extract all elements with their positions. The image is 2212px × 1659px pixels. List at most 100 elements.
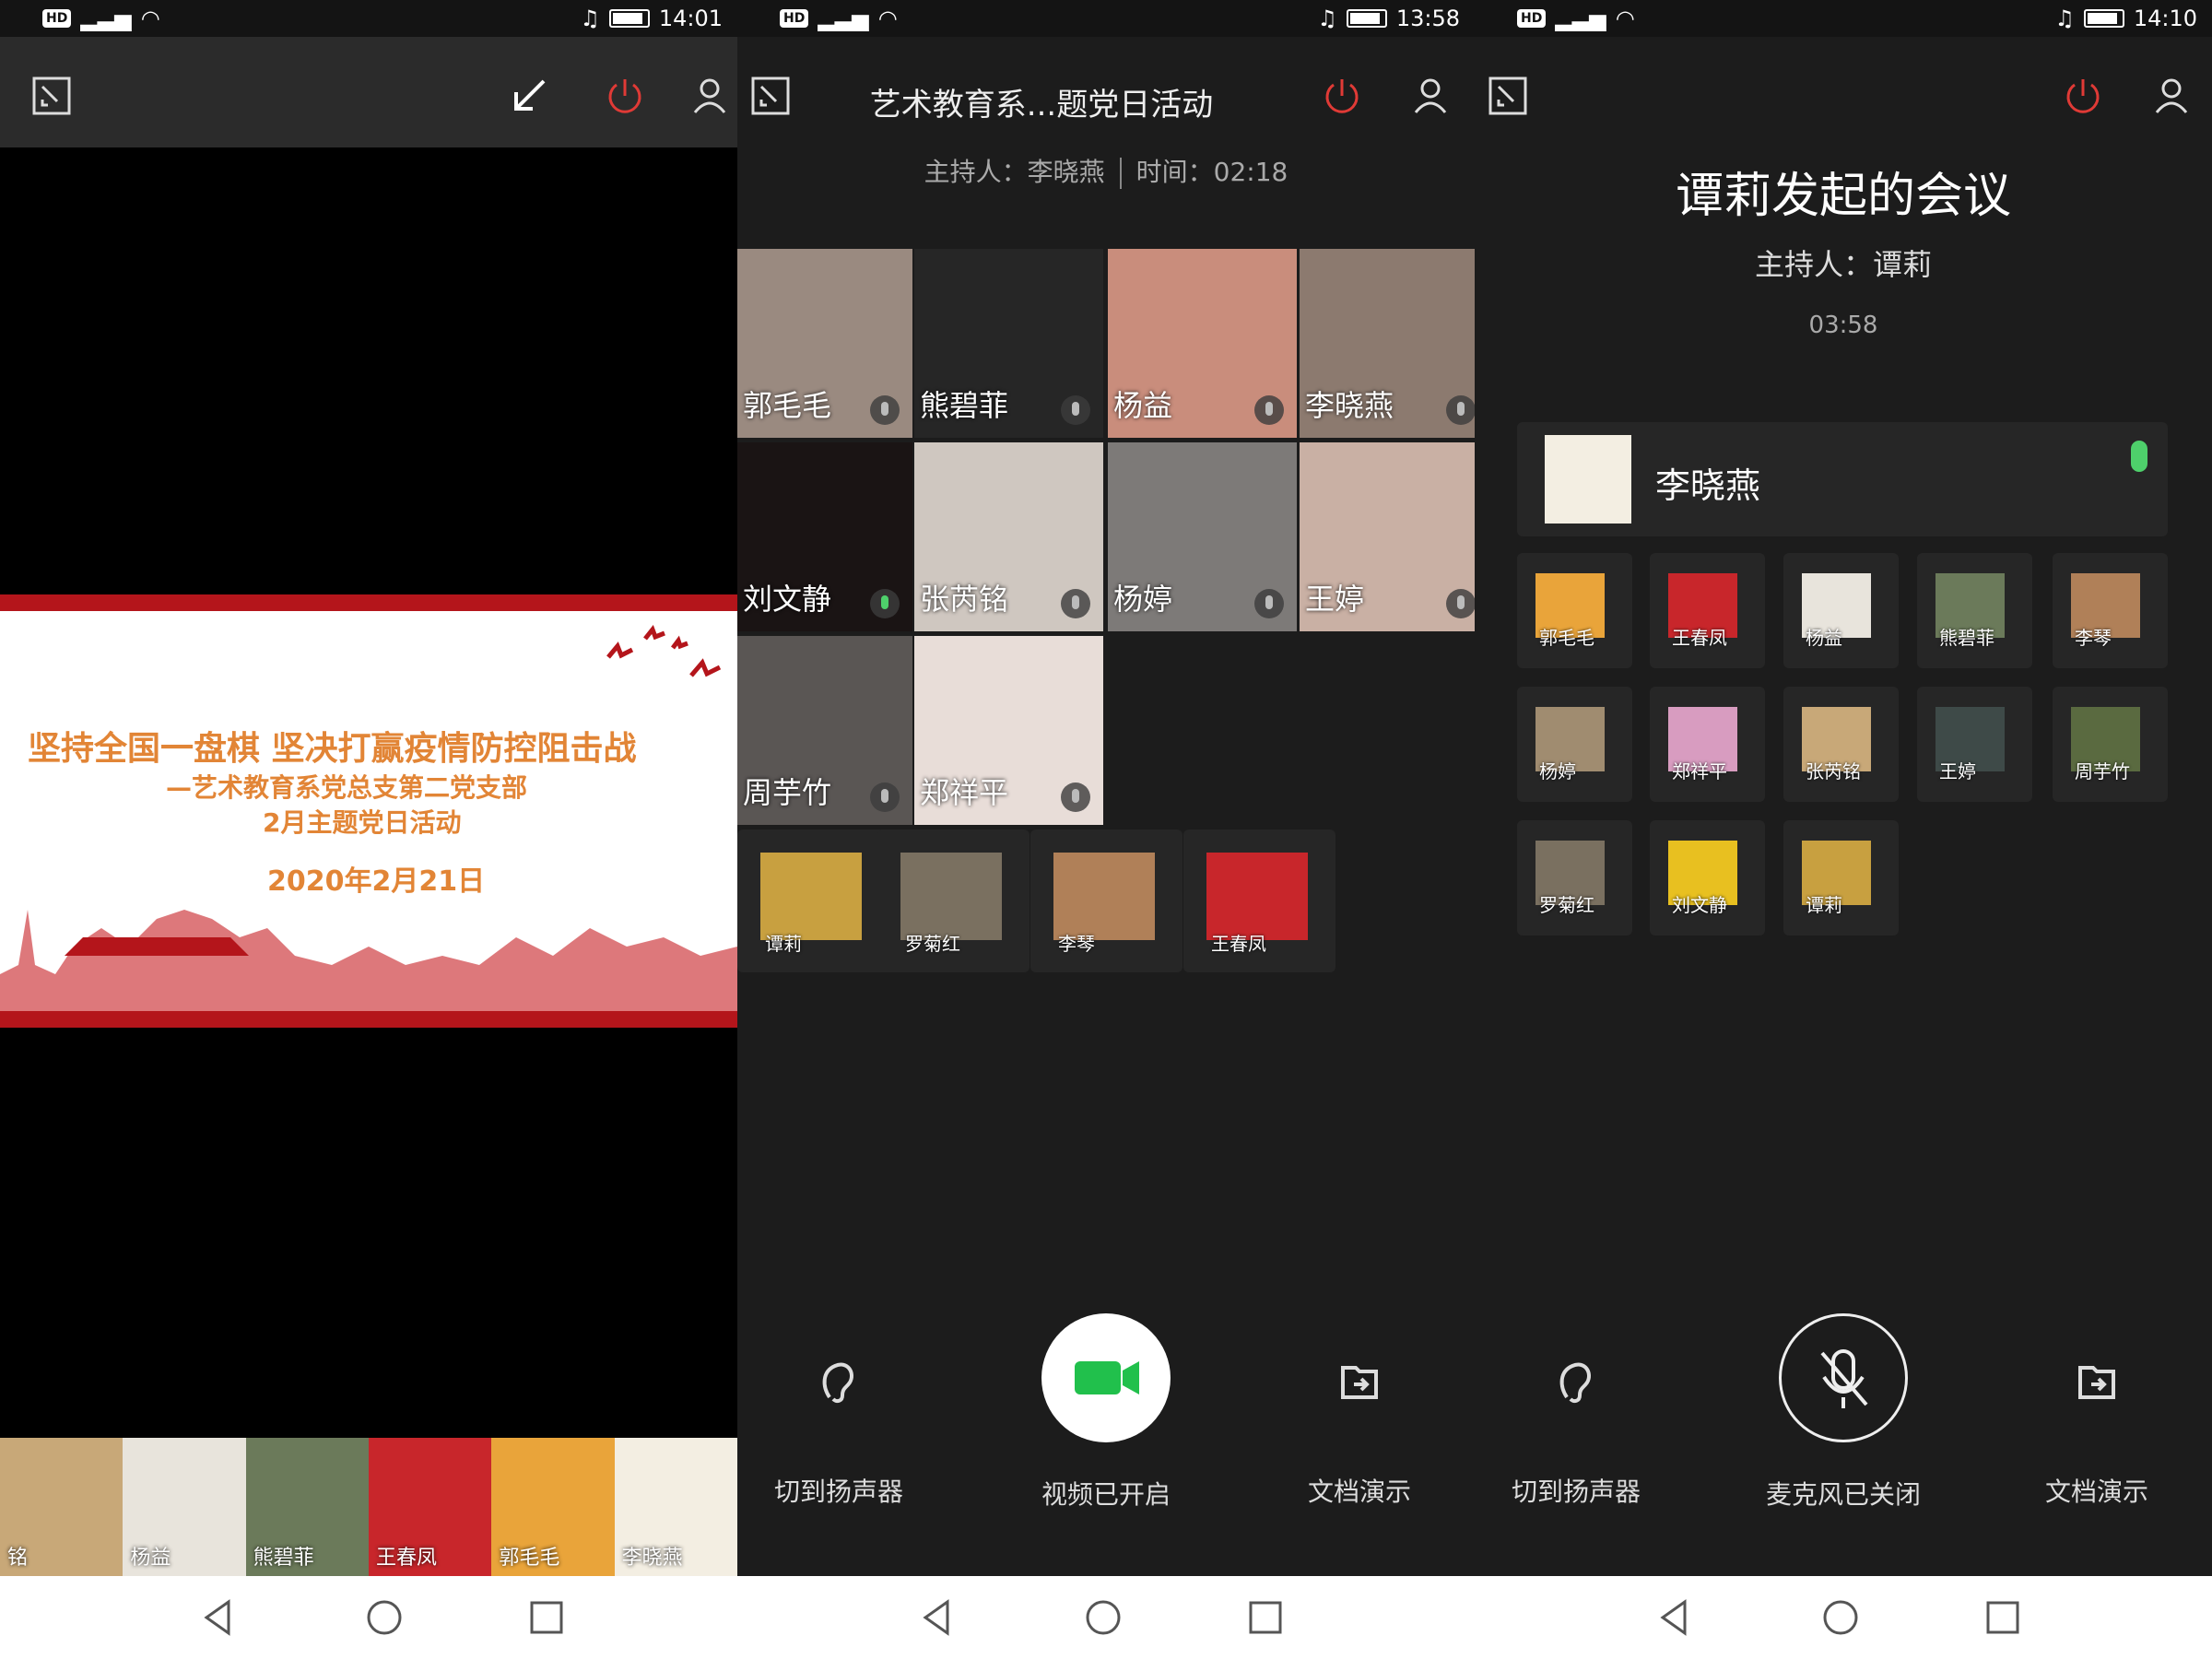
minimize-window-icon[interactable] — [31, 76, 72, 116]
film-tile[interactable]: 王春凤 — [368, 1438, 501, 1576]
switch-speaker-button[interactable]: 切到扬声器 — [737, 1346, 940, 1509]
signal-icon: ▂▃▅ — [80, 6, 132, 31]
ear-icon — [822, 1362, 853, 1404]
participant-thumb[interactable]: 张芮铭 — [1783, 687, 1899, 802]
hd-icon: HD — [1517, 9, 1547, 28]
meeting-info: 主持人：李晓燕 时间：02:18 — [737, 152, 1475, 189]
participant-thumb[interactable]: 杨婷 — [1517, 687, 1632, 802]
active-speaker-card[interactable]: 李晓燕 — [1517, 422, 2168, 536]
panel-video-grid: HD ▂▃▅ ◠ ♫ 13:58 艺术教育系...题党日活动 主持人：李晓燕 时间：02… — [737, 0, 1475, 1576]
battery-icon — [2083, 9, 2124, 28]
headset-icon: ♫ — [580, 6, 600, 31]
folder-share-icon — [2078, 1366, 2115, 1399]
ear-icon — [1559, 1362, 1591, 1404]
avatar — [900, 853, 1002, 940]
audio-participant[interactable]: 王春凤 — [1183, 830, 1335, 972]
video-toggle-button[interactable]: 视频已开启 — [1005, 1313, 1207, 1512]
end-meeting-power-icon[interactable] — [1322, 76, 1362, 116]
participant-thumb[interactable]: 郑祥平 — [1650, 687, 1765, 802]
participant-thumb[interactable]: 刘文静 — [1650, 820, 1765, 935]
participant-thumb[interactable]: 熊碧菲 — [1917, 553, 2032, 668]
back-icon[interactable] — [1652, 1594, 1698, 1641]
status-time: 13:58 — [1395, 6, 1460, 31]
film-tile[interactable]: 郭毛毛 — [491, 1438, 624, 1576]
end-meeting-power-icon[interactable] — [2063, 76, 2103, 116]
participant-thumb[interactable]: 杨益 — [1783, 553, 1899, 668]
headset-icon: ♫ — [2054, 6, 2075, 31]
mic-active-icon — [2131, 441, 2147, 472]
film-tile[interactable]: 熊碧菲 — [245, 1438, 378, 1576]
video-camera-icon — [1041, 1313, 1171, 1442]
film-tile[interactable]: 杨益 — [123, 1438, 255, 1576]
avatar — [1206, 853, 1308, 940]
film-tile[interactable]: 李晓燕 — [614, 1438, 737, 1576]
participant-thumb[interactable]: 郭毛毛 — [1517, 553, 1632, 668]
video-tile[interactable]: 刘文静 — [737, 442, 912, 631]
video-tile[interactable]: 郭毛毛 — [737, 249, 912, 438]
participant-thumb[interactable]: 王婷 — [1917, 687, 2032, 802]
home-icon[interactable] — [361, 1594, 407, 1641]
slide-title: 坚持全国一盘棋 坚决打赢疫情防控阻击战 — [28, 730, 637, 768]
recents-icon[interactable] — [1980, 1594, 2026, 1641]
video-tile[interactable]: 王婷 — [1300, 442, 1475, 631]
back-icon[interactable] — [914, 1594, 960, 1641]
video-tile[interactable]: 李晓燕 — [1300, 249, 1475, 438]
participant-thumb[interactable]: 李琴 — [2053, 553, 2168, 668]
participants-icon[interactable] — [693, 76, 734, 116]
birds-decoration — [606, 625, 722, 677]
back-icon[interactable] — [195, 1594, 241, 1641]
slide-subtitle-2: 2月主题党日活动 — [263, 807, 462, 838]
participant-thumb[interactable]: 王春凤 — [1650, 553, 1765, 668]
mic-icon — [1254, 395, 1284, 425]
home-icon[interactable] — [1080, 1594, 1126, 1641]
status-time: 14:01 — [658, 6, 723, 31]
video-tile[interactable]: 郑祥平 — [914, 636, 1103, 825]
status-bar: HD ▂▃▅ ◠ ♫ 13:58 — [737, 0, 1475, 37]
end-meeting-power-icon[interactable] — [605, 76, 645, 116]
home-icon[interactable] — [1818, 1594, 1864, 1641]
mic-icon — [870, 395, 900, 425]
signal-icon: ▂▃▅ — [1555, 6, 1606, 31]
meeting-title: 谭莉发起的会议 — [1675, 169, 2011, 224]
slide-subtitle: —艺术教育系党总支第二党支部 — [166, 772, 528, 803]
switch-speaker-button[interactable]: 切到扬声器 — [1475, 1346, 1677, 1509]
video-tile[interactable]: 张芮铭 — [914, 442, 1103, 631]
document-present-button[interactable]: 文档演示 — [1995, 1346, 2198, 1509]
top-toolbar: 艺术教育系...题党日活动 — [737, 37, 1475, 147]
hd-icon: HD — [42, 9, 72, 28]
mic-toggle-button[interactable]: 麦克风已关闭 — [1742, 1313, 1945, 1512]
participants-icon[interactable] — [2155, 76, 2195, 116]
participant-thumb[interactable]: 谭莉 — [1783, 820, 1899, 935]
elapsed-time: 03:58 — [1808, 312, 1878, 339]
video-tile[interactable]: 杨益 — [1108, 249, 1297, 438]
video-tile[interactable]: 周芋竹 — [737, 636, 912, 825]
android-navigation-bar — [0, 1576, 2212, 1659]
participant-thumb[interactable]: 周芋竹 — [2053, 687, 2168, 802]
participants-icon[interactable] — [1414, 76, 1454, 116]
video-tile[interactable]: 杨婷 — [1108, 442, 1297, 631]
shared-slide: 坚持全国一盘棋 坚决打赢疫情防控阻击战 —艺术教育系党总支第二党支部 2月主题党… — [0, 594, 737, 1028]
recents-icon[interactable] — [524, 1594, 570, 1641]
status-time: 14:10 — [2133, 6, 2197, 31]
mic-icon — [870, 589, 900, 618]
great-wall-illustration — [0, 910, 737, 1011]
video-tile[interactable]: 熊碧菲 — [914, 249, 1103, 438]
signal-icon: ▂▃▅ — [818, 6, 869, 31]
wifi-icon: ◠ — [140, 6, 160, 31]
recents-icon[interactable] — [1242, 1594, 1288, 1641]
screenshot-collage: HD ▂▃▅ ◠ ♫ 14:01 坚持全国一盘棋 坚决打赢疫情防控阻击战 —艺术教育系… — [0, 0, 2212, 1659]
mic-off-icon — [1779, 1313, 1908, 1442]
top-toolbar — [1475, 37, 2212, 147]
status-bar: HD ▂▃▅ ◠ ♫ 14:10 — [1475, 0, 2212, 37]
document-present-button[interactable]: 文档演示 — [1258, 1346, 1461, 1509]
film-tile[interactable]: 铭 — [0, 1438, 133, 1576]
audio-participant[interactable]: 李琴 — [1030, 830, 1182, 972]
minimize-window-icon[interactable] — [1488, 76, 1528, 116]
audio-participant[interactable]: 罗菊红 — [877, 830, 1030, 972]
audio-participant[interactable]: 谭莉 — [737, 830, 889, 972]
mic-icon — [1061, 782, 1090, 812]
wifi-icon: ◠ — [1615, 6, 1635, 31]
meeting-title: 艺术教育系...题党日活动 — [869, 87, 1214, 124]
collapse-arrow-icon[interactable] — [509, 76, 549, 116]
participant-thumb[interactable]: 罗菊红 — [1517, 820, 1632, 935]
